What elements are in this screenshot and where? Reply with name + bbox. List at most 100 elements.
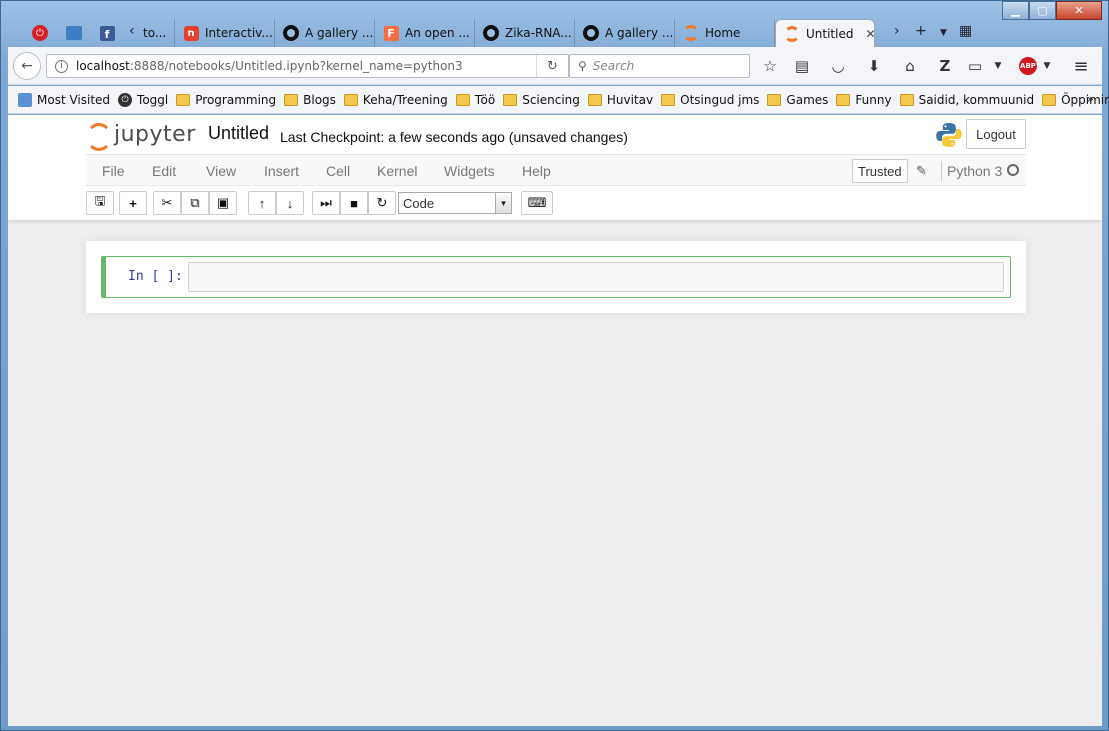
minimize-icon[interactable]: ▁ — [1002, 1, 1029, 20]
bookmark-label: Huvitav — [606, 92, 654, 107]
run-cell-button[interactable]: ⏭ — [312, 191, 340, 215]
page-content: jupyter Untitled Last Checkpoint: a few … — [8, 115, 1102, 726]
bookmark-toggl[interactable]: ⏻ Toggl — [118, 92, 174, 107]
tab-scroll-left-icon[interactable]: ‹ — [129, 23, 135, 39]
folder-icon — [587, 93, 602, 106]
jupyter-logo[interactable]: jupyter — [86, 121, 196, 151]
menu-insert[interactable]: Insert — [264, 163, 299, 179]
cell-type-select[interactable]: Code ▼ — [398, 192, 512, 214]
command-palette-button[interactable]: ⌨ — [521, 191, 553, 215]
more-bookmarks-icon[interactable]: » — [1087, 92, 1094, 106]
reload-icon[interactable]: ↻ — [536, 55, 568, 77]
pocket-icon[interactable]: ◡ — [828, 56, 848, 76]
scissors-icon: ✂ — [161, 195, 173, 210]
folder-icon — [899, 93, 914, 106]
home-icon[interactable]: ⌂ — [900, 56, 920, 76]
tab-label: Interactiv... — [205, 26, 273, 40]
pencil-icon[interactable]: ✎ — [916, 163, 927, 179]
paste-button[interactable]: ▣ — [209, 191, 237, 215]
adblock-menu-chevron-icon[interactable]: ▼ — [1037, 56, 1057, 76]
menu-edit[interactable]: Edit — [152, 163, 176, 179]
bookmark-folder-oppimine[interactable]: Õppimine — [1042, 93, 1109, 107]
pinned-tab-facebook[interactable]: f — [92, 20, 122, 46]
paste-icon: ▣ — [216, 195, 230, 210]
bookmark-label: Õppimine — [1061, 92, 1109, 107]
close-tab-icon[interactable]: ✕ — [859, 27, 874, 41]
trusted-badge[interactable]: Trusted — [852, 159, 908, 183]
tab-label: A gallery ... — [605, 26, 674, 40]
new-tab-icon[interactable]: + — [915, 23, 927, 39]
bookmark-most-visited[interactable]: Most Visited — [18, 92, 116, 107]
pinned-tab-power[interactable]: ⏻ — [25, 20, 55, 46]
tab-groups-icon[interactable]: ▦ — [959, 23, 972, 39]
tab-7-active[interactable]: Untitled ✕ — [775, 19, 875, 47]
download-icon[interactable]: ⬇ — [864, 56, 884, 76]
bookmark-folder-funny[interactable]: Funny — [836, 93, 897, 107]
tab-3[interactable]: F An open ... — [375, 19, 475, 47]
bookmark-label: Games — [786, 92, 829, 107]
bookmark-folder-otsingud[interactable]: Otsingud jms — [661, 93, 765, 107]
reading-list-icon[interactable]: ▤ — [792, 56, 812, 76]
save-button[interactable]: 🖫 — [86, 191, 114, 215]
close-window-icon[interactable]: ✕ — [1056, 1, 1102, 20]
folder-icon — [1042, 93, 1057, 106]
tab-1[interactable]: n Interactiv... — [175, 19, 275, 47]
page-actions-icon[interactable]: ▭ — [965, 56, 985, 76]
menu-kernel[interactable]: Kernel — [377, 163, 417, 179]
menu-file[interactable]: File — [102, 163, 125, 179]
pinned-tab-mail[interactable] — [59, 20, 89, 46]
url-bar[interactable]: i localhost:8888/notebooks/Untitled.ipyn… — [46, 54, 569, 78]
move-down-button[interactable]: ↓ — [276, 191, 304, 215]
cut-button[interactable]: ✂ — [153, 191, 181, 215]
code-cell[interactable]: In [ ]: — [101, 256, 1011, 298]
back-button[interactable]: ← — [13, 52, 41, 80]
maximize-icon[interactable]: ▢ — [1029, 1, 1056, 20]
plus-icon: + — [129, 195, 137, 211]
move-up-button[interactable]: ↑ — [248, 191, 276, 215]
tab-6[interactable]: Home — [675, 19, 775, 47]
bookmark-label: Toggl — [137, 92, 169, 107]
tab-scroll-right-icon[interactable]: › — [894, 23, 900, 39]
chevron-down-icon[interactable]: ▼ — [988, 56, 1008, 76]
menu-help[interactable]: Help — [522, 163, 551, 179]
bookmark-label: Most Visited — [37, 92, 111, 107]
bookmark-star-icon[interactable]: ☆ — [760, 56, 780, 76]
keyboard-icon: ⌨ — [527, 195, 547, 210]
kernel-idle-indicator-icon — [1007, 164, 1019, 176]
cell-input-editor[interactable] — [188, 262, 1004, 292]
zotero-icon[interactable]: Z — [935, 56, 955, 76]
bookmarks-bar: Most Visited ⏻ Toggl Programming Blogs K… — [8, 86, 1109, 114]
menu-widgets[interactable]: Widgets — [444, 163, 495, 179]
menu-view[interactable]: View — [206, 163, 236, 179]
bookmark-folder-programming[interactable]: Programming — [176, 93, 282, 107]
bookmark-folder-games[interactable]: Games — [767, 93, 834, 107]
folder-icon — [836, 93, 851, 106]
bookmark-label: Blogs — [303, 92, 336, 107]
bookmark-folder-too[interactable]: Töö — [455, 93, 501, 107]
bookmark-label: Saidid, kommuunid — [918, 92, 1035, 107]
tab-5[interactable]: A gallery ... — [575, 19, 675, 47]
logout-button[interactable]: Logout — [966, 119, 1026, 149]
jupyter-header: jupyter Untitled Last Checkpoint: a few … — [8, 115, 1102, 220]
adblock-icon[interactable]: ABP — [1018, 56, 1038, 76]
insert-cell-button[interactable]: + — [119, 191, 147, 215]
hamburger-menu-icon[interactable]: ≡ — [1071, 56, 1091, 77]
info-icon[interactable]: i — [55, 59, 68, 73]
notebook-name[interactable]: Untitled — [208, 123, 269, 144]
jupyter-icon — [683, 25, 699, 41]
menu-cell[interactable]: Cell — [326, 163, 350, 179]
bookmark-folder-keha[interactable]: Keha/Treening — [343, 93, 454, 107]
bookmark-folder-blogs[interactable]: Blogs — [284, 93, 342, 107]
search-input[interactable]: ⚲ Search — [569, 54, 750, 78]
tab-4[interactable]: Zika-RNA... — [475, 19, 575, 47]
tab-2[interactable]: A gallery ... — [275, 19, 375, 47]
tab-list-icon[interactable]: ▼ — [940, 28, 947, 38]
bookmark-folder-saidid[interactable]: Saidid, kommuunid — [899, 92, 1041, 107]
restart-kernel-button[interactable]: ↻ — [368, 191, 396, 215]
copy-button[interactable]: ⧉ — [181, 191, 209, 215]
interrupt-kernel-button[interactable]: ■ — [340, 191, 368, 215]
bookmark-folder-huvitav[interactable]: Huvitav — [587, 92, 659, 107]
jupyter-logo-icon — [86, 121, 112, 151]
bookmark-folder-sciencing[interactable]: Sciencing — [503, 93, 586, 107]
tab-0[interactable]: to... — [139, 19, 175, 47]
